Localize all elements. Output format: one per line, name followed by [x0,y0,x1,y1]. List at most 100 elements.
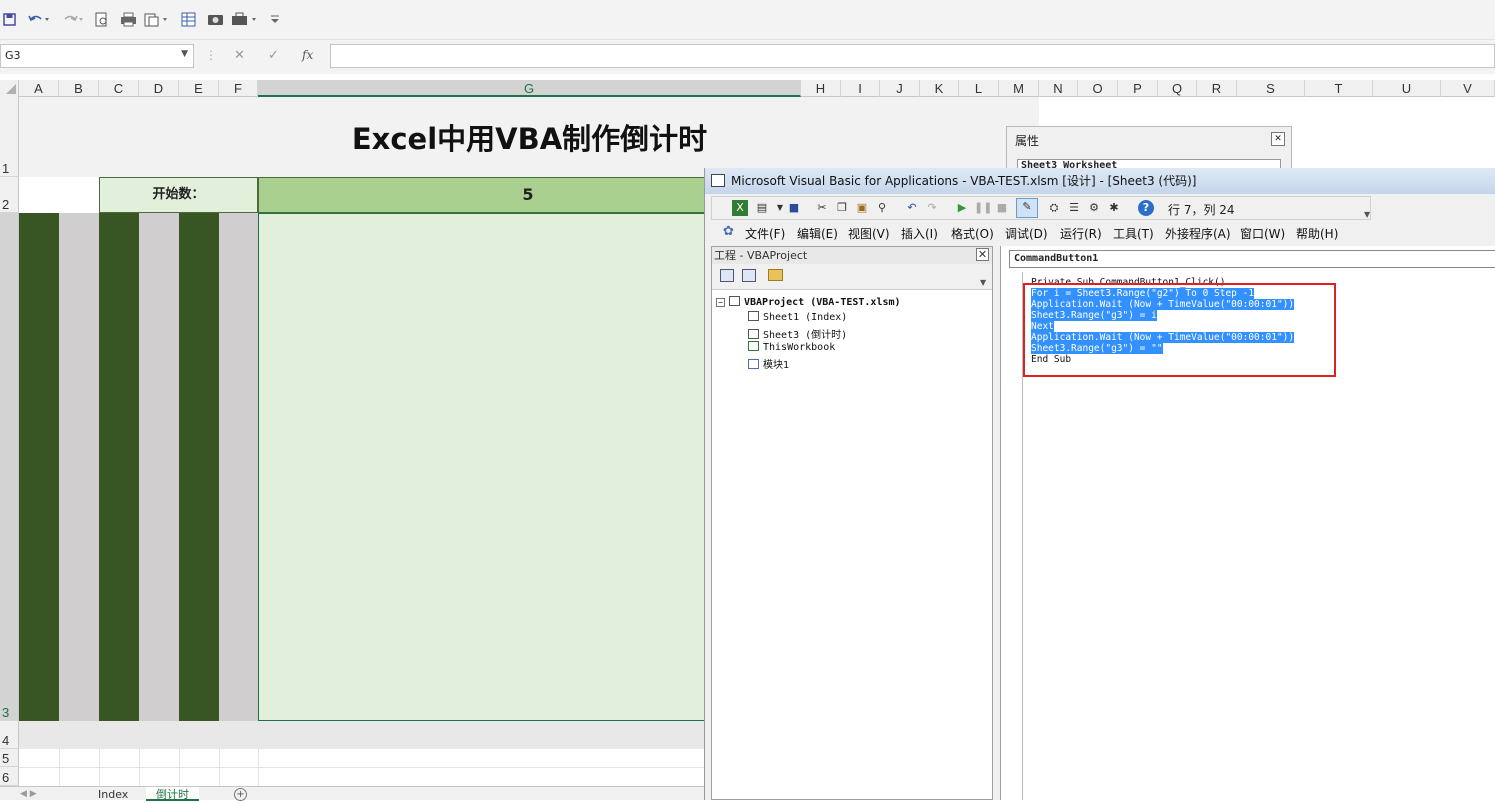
view-object-icon[interactable] [742,269,756,282]
column-header-p[interactable]: P [1118,80,1158,97]
start-label-cell[interactable]: 开始数： [99,177,258,213]
column-header-l[interactable]: L [959,80,999,97]
column-header-d[interactable]: D [139,80,179,97]
customize-icon[interactable] [268,9,282,29]
toggle-folders-icon[interactable] [768,269,783,281]
close-icon[interactable]: ✕ [1271,132,1285,146]
save-icon[interactable]: ■ [786,200,802,216]
chevron-down-icon[interactable]: ▼ [980,268,990,288]
undo-icon[interactable]: ↶ [904,200,920,216]
column-header-n[interactable]: N [1039,80,1078,97]
tab-scroll-icon[interactable]: ◀ ▶ [20,789,37,799]
countdown-display-cell[interactable] [258,213,708,721]
run-icon[interactable]: ▶ [954,200,970,216]
collapse-icon[interactable]: − [716,298,725,307]
paste-icon[interactable]: ▣ [854,200,870,216]
save-icon[interactable] [2,9,16,29]
project-explorer-icon[interactable]: ⛭ [1046,200,1062,216]
menu-help[interactable]: 帮助(H) [1296,225,1338,242]
row-header-1[interactable]: 1 [0,97,19,177]
column-header-e[interactable]: E [179,80,219,97]
menu-debug[interactable]: 调试(D) [1005,225,1048,242]
menu-edit[interactable]: 编辑(E) [797,225,838,242]
menu-format[interactable]: 格式(O) [951,225,994,242]
tree-item-sheet3[interactable]: Sheet3 (倒计时) [748,326,847,341]
column-header-s[interactable]: S [1237,80,1305,97]
menu-run[interactable]: 运行(R) [1060,225,1102,242]
column-header-v[interactable]: V [1441,80,1495,97]
tab-countdown[interactable]: 倒计时 [146,787,199,801]
column-header-u[interactable]: U [1373,80,1441,97]
menu-view[interactable]: 视图(V) [848,225,890,242]
menu-addins[interactable]: 外接程序(A) [1165,225,1231,242]
column-header-f[interactable]: F [219,80,258,97]
properties-window-icon[interactable]: ☰ [1066,200,1082,216]
column-header-k[interactable]: K [920,80,959,97]
cut-icon[interactable]: ✂ [814,200,830,216]
confirm-icon[interactable]: ✓ [268,48,279,63]
row-4-cells[interactable] [19,721,705,749]
design-mode-icon[interactable]: ✎ [1016,198,1038,218]
column-header-q[interactable]: Q [1158,80,1197,97]
redo-icon[interactable] [60,9,86,29]
tree-item-thisworkbook[interactable]: ThisWorkbook [748,341,835,353]
find-icon[interactable]: ⚲ [874,200,890,216]
column-header-h[interactable]: H [801,80,841,97]
tree-item-sheet1[interactable]: Sheet1 (Index) [748,311,847,323]
start-value-cell[interactable]: 5 [258,177,708,213]
gridline [179,749,180,786]
excel-icon[interactable]: X [732,200,748,216]
paste-icon[interactable] [143,9,171,29]
object-dropdown[interactable]: CommandButton1 [1009,250,1495,268]
tree-item-module1[interactable]: 模块1 [748,356,789,371]
row-header-4[interactable]: 4 [0,721,19,749]
tree-root[interactable]: − VBAProject (VBA-TEST.xlsm) [716,296,901,308]
row-header-2[interactable]: 2 [0,177,19,213]
row-header-5[interactable]: 5 [0,749,19,767]
formula-input[interactable] [330,44,1495,68]
column-header-j[interactable]: J [880,80,920,97]
pause-icon[interactable]: ❚❚ [974,200,992,216]
menu-window[interactable]: 窗口(W) [1240,225,1285,242]
object-browser-icon[interactable]: ⚙ [1086,200,1102,216]
toolbox-icon[interactable]: ✱ [1106,200,1122,216]
menu-tools[interactable]: 工具(T) [1113,225,1154,242]
help-icon[interactable]: ? [1138,200,1154,216]
row-header-3[interactable]: 3 [0,213,19,721]
fx-icon[interactable]: fx [302,48,313,62]
insert-userform-icon[interactable]: ▤ [754,200,770,216]
redo-icon[interactable]: ↷ [924,200,940,216]
cell-ab2[interactable] [19,177,99,213]
copy-icon[interactable]: ❐ [834,200,850,216]
print-preview-icon[interactable] [94,9,110,29]
print-icon[interactable] [119,9,137,29]
undo-icon[interactable] [26,9,52,29]
chevron-down-icon[interactable]: ▼ [181,49,188,59]
cancel-icon[interactable]: ✕ [234,48,245,63]
row-header-6[interactable]: 6 [0,767,19,786]
camera-icon[interactable] [206,9,224,29]
column-header-b[interactable]: B [59,80,99,97]
menu-insert[interactable]: 插入(I) [901,225,938,242]
column-header-r[interactable]: R [1197,80,1237,97]
vba-app-icon[interactable]: ✿ [723,224,734,239]
column-header-g[interactable]: G [258,80,801,97]
table-icon[interactable] [180,9,196,29]
tab-index[interactable]: Index [88,787,138,801]
name-box[interactable]: G3 ▼ [0,44,194,68]
column-header-o[interactable]: O [1078,80,1118,97]
close-icon[interactable]: ✕ [976,248,989,261]
menu-file[interactable]: 文件(F) [745,225,785,242]
column-header-i[interactable]: I [841,80,880,97]
column-header-t[interactable]: T [1305,80,1373,97]
column-header-m[interactable]: M [999,80,1039,97]
toolbar-options-icon[interactable]: ▼ [1364,197,1374,219]
column-header-a[interactable]: A [19,80,59,97]
add-sheet-icon[interactable]: + [234,788,247,801]
view-code-icon[interactable] [720,269,734,282]
toolbox-icon[interactable] [230,9,260,29]
column-header-c[interactable]: C [99,80,139,97]
stripe-f [219,213,258,721]
select-all-corner[interactable] [0,80,19,97]
reset-icon[interactable]: ■ [994,200,1010,216]
